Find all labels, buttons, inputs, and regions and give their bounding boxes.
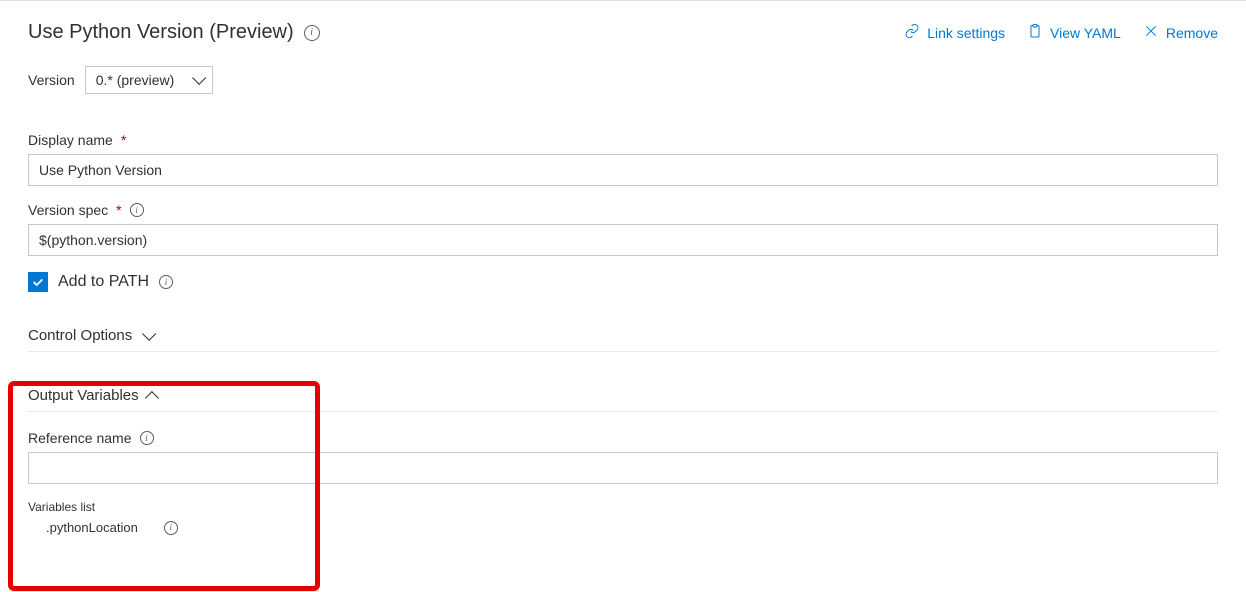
required-marker: * xyxy=(121,132,126,148)
control-options-title: Control Options xyxy=(28,327,132,344)
output-variables-title: Output Variables xyxy=(28,387,139,404)
remove-button[interactable]: Remove xyxy=(1143,23,1218,42)
view-yaml-button[interactable]: View YAML xyxy=(1027,23,1121,42)
highlight-annotation xyxy=(8,381,320,591)
add-to-path-row: Add to PATH i xyxy=(28,272,1218,292)
version-spec-label: Version spec xyxy=(28,202,108,218)
link-settings-label: Link settings xyxy=(927,25,1005,41)
close-icon xyxy=(1143,23,1159,42)
clipboard-icon xyxy=(1027,23,1043,42)
display-name-label: Display name xyxy=(28,132,113,148)
info-icon[interactable]: i xyxy=(130,203,144,217)
chevron-up-icon xyxy=(144,391,158,405)
version-spec-field: Version spec * i xyxy=(28,202,1218,256)
output-variables-section[interactable]: Output Variables xyxy=(28,380,1218,412)
display-name-field: Display name * xyxy=(28,132,1218,186)
add-to-path-label: Add to PATH xyxy=(58,273,149,291)
header-actions: Link settings View YAML Remove xyxy=(904,23,1218,42)
reference-name-label: Reference name xyxy=(28,430,132,446)
control-options-section[interactable]: Control Options xyxy=(28,320,1218,352)
info-icon[interactable]: i xyxy=(164,521,178,535)
version-spec-input[interactable] xyxy=(28,224,1218,256)
info-icon[interactable]: i xyxy=(140,431,154,445)
link-icon xyxy=(904,23,920,42)
info-icon[interactable]: i xyxy=(159,275,173,289)
add-to-path-checkbox[interactable] xyxy=(28,272,48,292)
info-icon[interactable]: i xyxy=(304,25,320,41)
variables-list-label: Variables list xyxy=(28,500,1218,514)
version-selected-value: 0.* (preview) xyxy=(96,72,175,88)
required-marker: * xyxy=(116,202,121,218)
task-config-panel: Use Python Version (Preview) i Link sett… xyxy=(0,1,1246,551)
chevron-down-icon xyxy=(142,326,156,340)
reference-name-field: Reference name i xyxy=(28,430,1218,484)
variable-item: .pythonLocation i xyxy=(28,520,1218,535)
version-row: Version 0.* (preview) xyxy=(28,66,1218,94)
version-select[interactable]: 0.* (preview) xyxy=(85,66,214,94)
reference-name-input[interactable] xyxy=(28,452,1218,484)
view-yaml-label: View YAML xyxy=(1050,25,1121,41)
chevron-down-icon xyxy=(192,71,206,85)
link-settings-button[interactable]: Link settings xyxy=(904,23,1005,42)
remove-label: Remove xyxy=(1166,25,1218,41)
variable-name: .pythonLocation xyxy=(46,520,138,535)
page-title: Use Python Version (Preview) xyxy=(28,21,294,44)
display-name-input[interactable] xyxy=(28,154,1218,186)
header-row: Use Python Version (Preview) i Link sett… xyxy=(28,21,1218,44)
version-label: Version xyxy=(28,72,75,88)
